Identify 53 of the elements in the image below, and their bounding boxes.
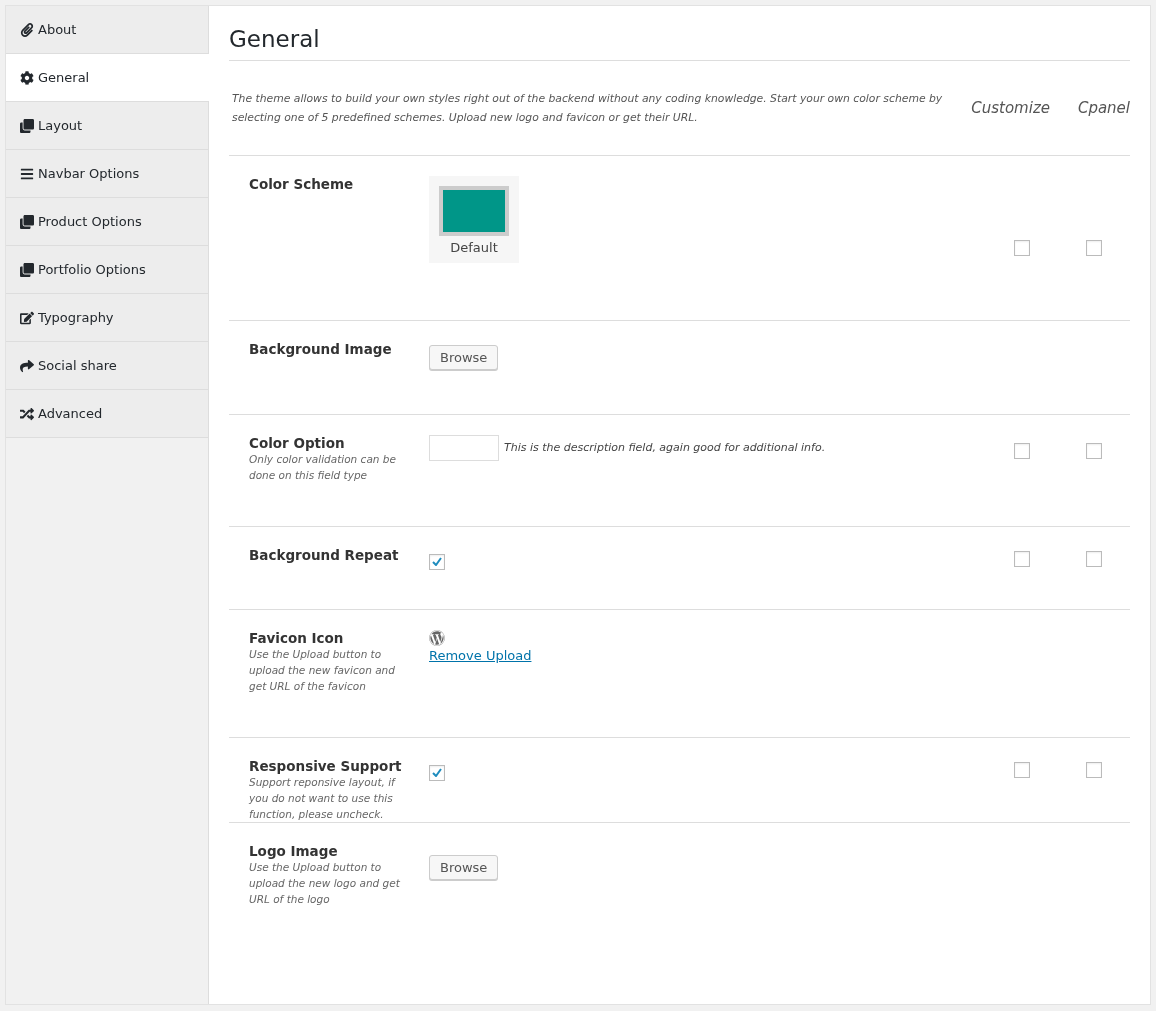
option-help-text: Use the Upload button to upload the new logo and get URL of the logo [249,860,401,907]
option-label: Logo Image [249,843,339,859]
color-input-field[interactable] [429,435,499,461]
option-checkbox[interactable] [429,553,445,570]
tab-icon [20,22,34,37]
customize-checkbox[interactable] [1014,551,1030,567]
section-title: General [229,6,1130,61]
option-help-text: Only color validation can be done on this field type [249,452,397,483]
tab-icon [20,262,34,277]
sidebar-tab[interactable]: Social share [6,342,208,390]
sidebar-tab[interactable]: Typography [6,294,208,342]
column-header: Cpanel [1076,99,1130,117]
option-checkbox[interactable] [429,764,445,781]
option-label: Favicon Icon [249,630,345,646]
browse-button[interactable]: Browse [429,855,499,880]
option-help-text: Use the Upload button to upload the new favicon and get URL of the favicon [249,647,396,694]
sidebar-tab[interactable]: Product Options [6,198,208,246]
column-header: Customize [970,99,1050,117]
option-label: Background Image [249,341,393,357]
cpanel-checkbox[interactable] [1086,551,1102,567]
tab-icon [20,214,34,229]
field-description: This is the description field, again good for additional info. [504,440,826,456]
checkmark-icon [432,557,442,566]
sidebar-tab[interactable]: General [6,54,209,102]
remove-upload-link[interactable]: Remove Upload [429,648,532,663]
option-label: Color Option [249,435,346,451]
section-description: The theme allows to build your own styles right out of the backend without any coding knowledge. Start your own color scheme by selecting one of 5 predefined schemes. Upload new logo and favicon or get their URL. [231,91,944,126]
sidebar-tab[interactable]: Navbar Options [6,150,208,198]
customize-checkbox[interactable] [1014,240,1030,256]
checkmark-icon [432,768,442,777]
option-help-text: Support reponsive layout, if you do not want to use this function, please uncheck. [249,775,397,822]
sidebar-tab[interactable]: About [6,6,208,54]
tab-icon [20,118,34,133]
tab-icon [20,310,34,325]
sidebar-tab[interactable]: Advanced [6,390,208,438]
tab-icon [20,406,34,421]
customize-checkbox[interactable] [1014,762,1030,778]
option-label: Background Repeat [249,547,400,563]
swatch-label: Default [450,240,498,255]
cpanel-checkbox[interactable] [1086,762,1102,778]
option-label: Color Scheme [249,176,355,192]
wordpress-logo-icon [429,630,445,646]
tab-icon [20,166,34,181]
color-swatch-card[interactable]: Default [429,176,519,263]
option-label: Responsive Support [249,758,403,774]
sidebar-tab[interactable]: Layout [6,102,208,150]
browse-button[interactable]: Browse [429,345,499,370]
tab-icon [20,70,34,85]
cpanel-checkbox[interactable] [1086,443,1102,459]
tab-icon [20,358,34,373]
cpanel-checkbox[interactable] [1086,240,1102,256]
customize-checkbox[interactable] [1014,443,1030,459]
sidebar-tab[interactable]: Portfolio Options [6,246,208,294]
